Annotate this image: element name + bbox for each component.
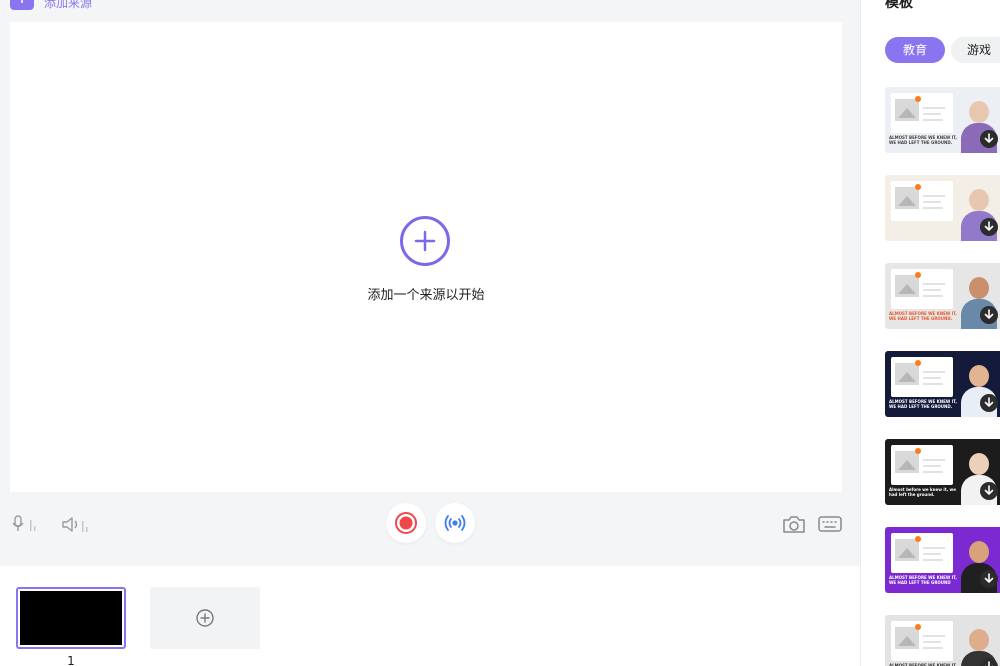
- scenes-strip: 1: [0, 566, 860, 666]
- preview-canvas[interactable]: 添加一个来源以开始: [10, 22, 842, 492]
- add-source-label[interactable]: 添加来源: [44, 0, 92, 11]
- text-line: [923, 119, 943, 121]
- text-line: [923, 283, 945, 285]
- text-line: [923, 371, 945, 373]
- template-caption: ALMOST BEFORE WE KNEW IT, WE HAD LEFT TH…: [889, 135, 957, 145]
- template-card: [891, 269, 953, 309]
- add-scene-button[interactable]: [150, 587, 260, 649]
- controls-bar: [0, 492, 860, 566]
- template-thumbnail[interactable]: ALMOST BEFORE WE KNEW IT, WE HAD LEFT TH…: [885, 615, 1000, 666]
- live-stream-button[interactable]: [435, 503, 475, 543]
- scene-preview: [20, 591, 122, 645]
- panel-title: 模板: [885, 0, 913, 11]
- text-line: [923, 641, 941, 643]
- download-icon: [984, 661, 994, 666]
- text-line: [923, 195, 945, 197]
- template-caption: Almost before we knew it, we had left th…: [889, 487, 956, 497]
- record-icon: [395, 512, 417, 534]
- text-line: [923, 647, 943, 649]
- download-button[interactable]: [980, 394, 998, 412]
- download-icon: [984, 397, 994, 407]
- image-placeholder-icon: [895, 275, 919, 297]
- logo-dot: [915, 624, 921, 630]
- tab-games[interactable]: 游戏: [951, 37, 1000, 63]
- keyboard-icon[interactable]: [818, 515, 842, 533]
- text-line: [923, 471, 943, 473]
- tab-education[interactable]: 教育: [885, 37, 945, 63]
- template-card: [891, 445, 953, 485]
- template-caption: ALMOST BEFORE WE KNEW IT, WE HAD LEFT TH…: [889, 399, 957, 409]
- download-button[interactable]: [980, 218, 998, 236]
- logo-dot: [915, 184, 921, 190]
- template-card: [891, 621, 953, 661]
- image-placeholder-icon: [895, 451, 919, 473]
- download-icon: [984, 573, 994, 583]
- camera-icon[interactable]: [782, 514, 806, 534]
- text-line: [923, 377, 941, 379]
- broadcast-icon: [444, 515, 466, 531]
- add-source-plus-icon[interactable]: [400, 216, 450, 266]
- text-line: [923, 459, 945, 461]
- template-caption: ALMOST BEFORE WE KNEW IT, WE HAD LEFT TH…: [889, 575, 957, 585]
- text-line: [923, 201, 941, 203]
- download-button[interactable]: [980, 130, 998, 148]
- download-button[interactable]: [980, 306, 998, 324]
- download-icon: [984, 309, 994, 319]
- templates-panel: 模板 教育 游戏 ALMOST BEFORE WE KNEW IT, WE HA…: [860, 0, 1000, 666]
- text-line: [923, 383, 943, 385]
- logo-dot: [915, 96, 921, 102]
- template-thumbnail[interactable]: ALMOST BEFORE WE KNEW IT, WE HAD LEFT TH…: [885, 87, 1000, 153]
- text-line: [923, 635, 945, 637]
- text-line: [923, 113, 941, 115]
- image-placeholder-icon: [895, 99, 919, 121]
- template-thumbnail[interactable]: ALMOST BEFORE WE KNEW IT, WE HAD LEFT TH…: [885, 527, 1000, 593]
- template-thumbnail[interactable]: ALMOST BEFORE WE KNEW IT, WE HAD LEFT TH…: [885, 263, 1000, 329]
- text-line: [923, 295, 943, 297]
- text-line: [923, 559, 943, 561]
- text-line: [923, 207, 943, 209]
- template-thumbnail[interactable]: ALMOST BEFORE WE KNEW IT, WE HAD LEFT TH…: [885, 351, 1000, 417]
- download-icon: [984, 221, 994, 231]
- template-caption: ALMOST BEFORE WE KNEW IT, WE HAD LEFT TH…: [889, 311, 957, 321]
- template-thumbnail[interactable]: [885, 175, 1000, 241]
- add-source-button[interactable]: +: [10, 0, 34, 10]
- text-line: [923, 289, 941, 291]
- template-thumbnail[interactable]: Almost before we knew it, we had left th…: [885, 439, 1000, 505]
- logo-dot: [915, 448, 921, 454]
- image-placeholder-icon: [895, 627, 919, 649]
- template-card: [891, 181, 953, 221]
- plus-circle-icon: [196, 609, 214, 627]
- scene-number: 1: [67, 654, 75, 666]
- logo-dot: [915, 360, 921, 366]
- logo-dot: [915, 272, 921, 278]
- image-placeholder-icon: [895, 539, 919, 561]
- template-card: [891, 357, 953, 397]
- logo-dot: [915, 536, 921, 542]
- template-card: [891, 533, 953, 573]
- speaker-icon[interactable]: [61, 516, 91, 534]
- download-icon: [984, 485, 994, 495]
- microphone-icon[interactable]: [11, 515, 39, 533]
- text-line: [923, 107, 945, 109]
- top-toolbar: + 添加来源: [0, 0, 860, 22]
- download-button[interactable]: [980, 482, 998, 500]
- download-button[interactable]: [980, 570, 998, 588]
- text-line: [923, 465, 941, 467]
- download-icon: [984, 133, 994, 143]
- scene-thumbnail-1[interactable]: [16, 587, 126, 649]
- canvas-hint-text: 添加一个来源以开始: [367, 288, 485, 303]
- text-line: [923, 547, 945, 549]
- record-button[interactable]: [386, 503, 426, 543]
- image-placeholder-icon: [895, 363, 919, 385]
- template-card: [891, 93, 953, 133]
- text-line: [923, 553, 941, 555]
- image-placeholder-icon: [895, 187, 919, 209]
